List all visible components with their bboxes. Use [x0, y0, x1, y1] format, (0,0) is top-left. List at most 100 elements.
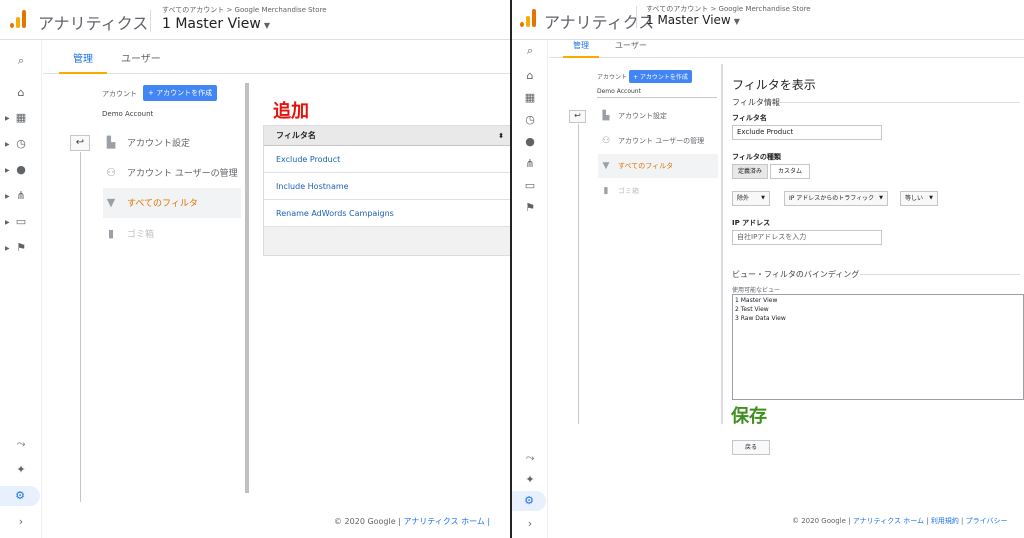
footer: © 2020 Google | アナリティクス ホーム |: [334, 516, 490, 527]
create-account-button[interactable]: + アカウントを作成: [629, 70, 692, 83]
available-views-label: 使用可能なビュー: [732, 287, 781, 294]
menu-label: すべてのフィルタ: [618, 162, 674, 170]
expand-arrow-icon: ▶: [5, 193, 10, 200]
home-icon[interactable]: ⌂: [0, 83, 42, 103]
menu-item-account-users[interactable]: ⚇ アカウント ユーザーの管理: [103, 158, 243, 188]
menu-item-account-settings[interactable]: ▙ アカウント設定: [103, 128, 241, 158]
realtime-icon[interactable]: ◷: [512, 110, 548, 130]
view-name: 1 Master View: [646, 13, 731, 27]
collapse-chevron-icon[interactable]: ›: [0, 512, 42, 532]
expand-arrow-icon: ▶: [5, 167, 10, 174]
audience-icon[interactable]: ●: [512, 132, 548, 152]
acquisition-icon[interactable]: ⋔: [512, 154, 548, 174]
search-icon[interactable]: ⌕: [0, 51, 42, 71]
ip-address-input[interactable]: 自社IPアドレスを入力: [732, 230, 882, 245]
column-scrollbar[interactable]: [721, 64, 723, 424]
column-scrollbar[interactable]: [245, 83, 249, 493]
analytics-logo-icon[interactable]: [10, 10, 26, 28]
footer-separator: |: [924, 517, 931, 525]
expand-arrow-icon: ▶: [5, 245, 10, 252]
admin-tabs: 管理 ユーザー: [549, 32, 1024, 58]
customization-icon[interactable]: ▦: [512, 88, 548, 108]
view-selector[interactable]: 1 Master View ▼: [162, 16, 270, 32]
table-row[interactable]: Include Hostname: [264, 173, 510, 200]
tab-user[interactable]: ユーザー: [121, 50, 161, 65]
left-panel: アナリティクス すべてのアカウント > Google Merchandise S…: [0, 0, 510, 538]
type-custom-button[interactable]: カスタム: [770, 164, 810, 179]
sort-arrow-icon: ⬍: [498, 132, 504, 140]
table-row[interactable]: Rename AdWords Campaigns: [264, 200, 510, 227]
search-icon[interactable]: ⌕: [512, 41, 548, 61]
action-dropdown[interactable]: 除外 ▼: [732, 191, 770, 206]
list-item[interactable]: 1 Master View: [735, 296, 1021, 305]
page-title: フィルタを表示: [732, 78, 816, 92]
type-predefined-button[interactable]: 定義済み: [732, 164, 768, 179]
screenshot-stage: アナリティクス すべてのアカウント > Google Merchandise S…: [0, 0, 1024, 538]
account-name[interactable]: Demo Account: [597, 88, 641, 95]
table-footer: [264, 227, 510, 255]
admin-gear-icon[interactable]: ⚙: [512, 491, 546, 511]
divider: [636, 6, 637, 28]
view-selector[interactable]: 1 Master View ▼: [646, 13, 740, 27]
menu-item-all-filters[interactable]: ▼ すべてのフィルタ: [598, 154, 718, 178]
account-name[interactable]: Demo Account: [102, 110, 153, 118]
back-button[interactable]: 戻る: [732, 440, 770, 455]
account-label: アカウント: [597, 74, 628, 81]
annotation-save: 保存: [731, 406, 767, 427]
filter-icon: ▼: [602, 161, 610, 171]
behavior-icon[interactable]: ▭: [512, 176, 548, 196]
menu-label: アカウント設定: [618, 112, 667, 120]
tab-admin[interactable]: 管理: [73, 50, 93, 65]
conversions-flag-icon[interactable]: ⚑: [512, 198, 548, 218]
footer-separator: |: [958, 517, 966, 525]
caret-down-icon: ▼: [929, 195, 933, 201]
back-arrow-icon[interactable]: ↩: [70, 135, 90, 151]
people-icon: ⚇: [106, 166, 116, 179]
tab-admin[interactable]: 管理: [573, 40, 589, 51]
collapse-chevron-icon[interactable]: ›: [512, 514, 548, 534]
home-icon[interactable]: ⌂: [512, 66, 548, 86]
available-views-listbox[interactable]: 1 Master View 2 Test View 3 Raw Data Vie…: [732, 294, 1024, 400]
menu-item-account-settings[interactable]: ▙ アカウント設定: [598, 104, 718, 128]
table-header[interactable]: フィルタ名 ⬍: [264, 126, 510, 146]
attribution-icon[interactable]: ⤳: [0, 434, 42, 454]
privacy-link[interactable]: プライバシー: [966, 517, 1008, 525]
active-tab-indicator: [563, 56, 599, 58]
account-underline: [597, 97, 717, 98]
left-nav-rail: ⌕ ⌂ ▦ ◷ ● ⋔ ▭ ⚑ ⤳ ✦ ⚙ ›: [512, 40, 548, 538]
back-arrow-icon[interactable]: ↩: [569, 110, 586, 123]
account-label: アカウント: [102, 90, 137, 98]
menu-item-account-users[interactable]: ⚇ アカウント ユーザーの管理: [598, 129, 718, 153]
menu-label: ゴミ箱: [127, 230, 155, 240]
menu-item-trash[interactable]: ▮ ゴミ箱: [598, 179, 718, 203]
list-item[interactable]: 2 Test View: [735, 305, 1021, 314]
left-nav-rail: ⌕ ⌂ ▦ ◷ ● ⋔ ▭ ⚑ ▶ ▶ ▶ ▶ ▶ ▶ ⤳ ✦ ⚙ ›: [0, 40, 42, 538]
analytics-home-link[interactable]: アナリティクス ホーム: [853, 517, 924, 525]
attribution-icon[interactable]: ⤳: [512, 448, 548, 468]
column-line: [578, 124, 579, 424]
caret-down-icon: ▼: [879, 195, 883, 201]
table-row[interactable]: Exclude Product: [264, 146, 510, 173]
admin-gear-icon[interactable]: ⚙: [0, 486, 40, 506]
menu-item-all-filters[interactable]: ▼ すべてのフィルタ: [103, 188, 241, 218]
terms-link[interactable]: 利用規約: [931, 517, 959, 525]
menu-item-trash[interactable]: ▮ ゴミ箱: [103, 219, 241, 249]
people-icon: ⚇: [601, 136, 611, 146]
create-account-button[interactable]: + アカウントを作成: [143, 85, 218, 101]
caret-down-icon: ▼: [761, 195, 765, 201]
breadcrumb[interactable]: すべてのアカウント > Google Merchandise Store: [162, 5, 327, 15]
condition-dropdown[interactable]: 等しい ▼: [900, 191, 938, 206]
filter-name-input[interactable]: Exclude Product: [732, 125, 882, 140]
trash-icon: ▮: [107, 227, 115, 240]
annotation-add: 追加: [273, 101, 309, 122]
discover-lightbulb-icon[interactable]: ✦: [0, 460, 42, 480]
tab-user[interactable]: ユーザー: [615, 40, 647, 51]
column-line: [80, 152, 81, 502]
list-item[interactable]: 3 Raw Data View: [735, 314, 1021, 323]
caret-down-icon: ▼: [263, 21, 270, 30]
analytics-home-link[interactable]: アナリティクス ホーム |: [403, 517, 490, 526]
analytics-logo-icon[interactable]: [520, 9, 536, 27]
building-icon: ▙: [602, 111, 610, 121]
discover-lightbulb-icon[interactable]: ✦: [512, 470, 548, 490]
source-dropdown[interactable]: IP アドレスからのトラフィック ▼: [784, 191, 888, 206]
